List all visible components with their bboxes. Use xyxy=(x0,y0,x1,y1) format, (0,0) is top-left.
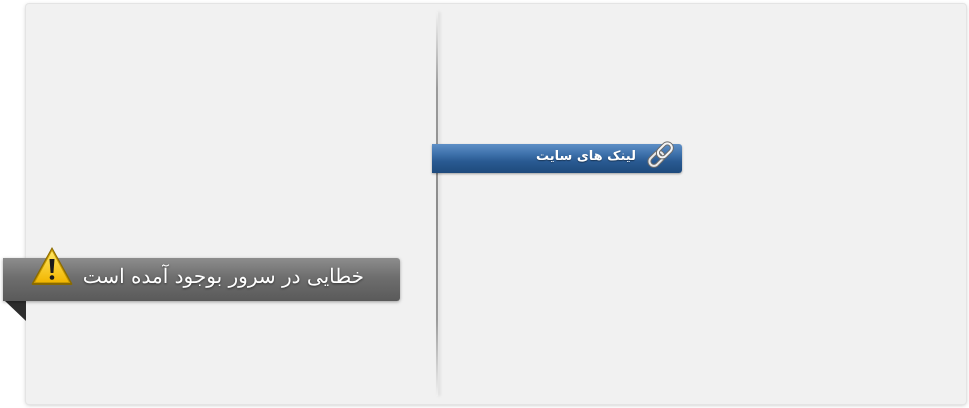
warning-icon xyxy=(31,247,73,285)
site-links-title: لینک های سایت xyxy=(536,149,636,164)
ribbon-fold xyxy=(5,301,26,321)
error-message: خطایی در سرور بوجود آمده است xyxy=(82,264,364,288)
link-icon xyxy=(647,141,674,168)
content-panel xyxy=(26,4,966,404)
site-links-header[interactable]: لینک های سایت xyxy=(432,141,682,173)
column-divider xyxy=(436,12,438,396)
